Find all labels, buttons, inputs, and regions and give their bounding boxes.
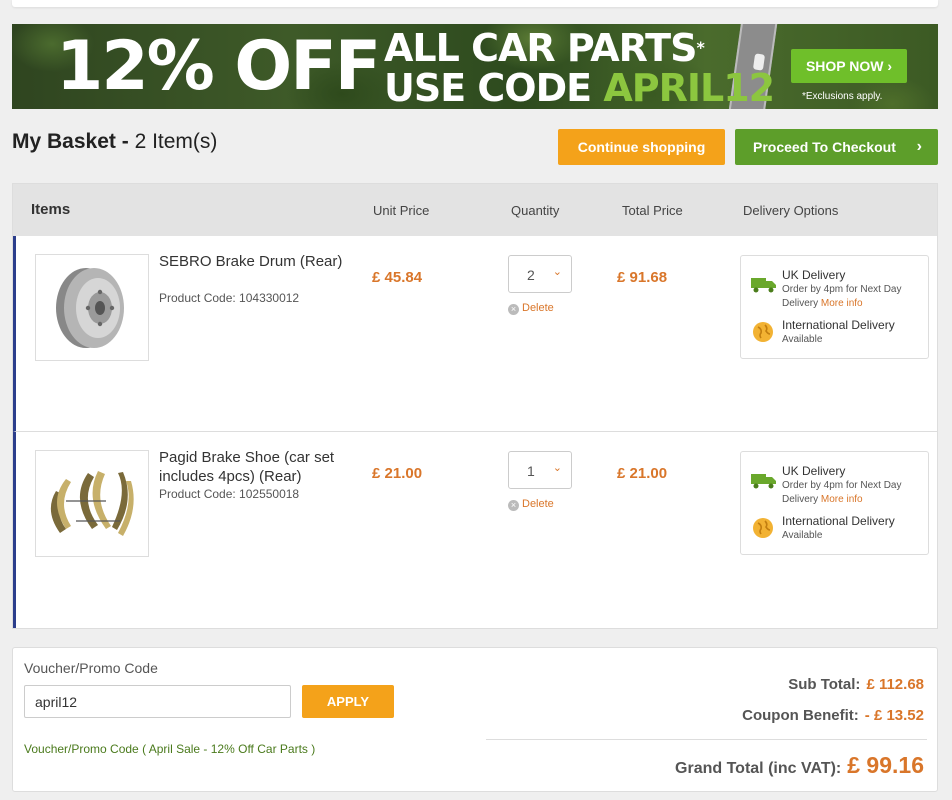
- product-image[interactable]: [35, 254, 149, 361]
- unit-price: £ 21.00: [372, 465, 423, 482]
- table-row: Pagid Brake Shoe (car set includes 4pcs)…: [13, 432, 937, 628]
- quantity-select[interactable]: 2 ⌄: [508, 255, 572, 293]
- grand-total: Grand Total (inc VAT): £ 99.16: [675, 752, 924, 779]
- truck-icon: [751, 278, 776, 293]
- banner-discount: 12% OFF: [56, 27, 381, 106]
- exclusions-note: *Exclusions apply.: [802, 91, 883, 102]
- proceed-to-checkout-button[interactable]: Proceed To Checkout ›: [735, 129, 938, 165]
- brake-drum-icon: [56, 268, 124, 348]
- chevron-right-icon: ›: [916, 138, 922, 155]
- column-header-quantity: Quantity: [511, 203, 560, 218]
- basket-title-label: My Basket -: [12, 130, 129, 153]
- quantity-value: 2: [527, 267, 535, 283]
- chevron-down-icon: ⌄: [552, 266, 562, 278]
- top-strip: [12, 0, 938, 7]
- table-header: Items Unit Price Quantity Total Price De…: [13, 184, 937, 236]
- shop-now-button[interactable]: SHOP NOW ›: [791, 49, 907, 83]
- product-name[interactable]: Pagid Brake Shoe (car set includes 4pcs)…: [159, 448, 359, 486]
- delivery-options-box: UK Delivery Order by 4pm for Next Day De…: [740, 451, 929, 555]
- grand-total-label: Grand Total (inc VAT):: [675, 760, 842, 777]
- banner-code: APRIL12: [603, 66, 775, 109]
- more-info-link[interactable]: More info: [821, 494, 863, 505]
- basket-title: My Basket - 2 Item(s): [12, 130, 217, 154]
- column-header-items: Items: [31, 201, 71, 218]
- column-header-unit-price: Unit Price: [373, 203, 430, 218]
- banner-line1: ALL CAR PARTS*: [384, 26, 705, 70]
- total-price: £ 91.68: [617, 269, 668, 286]
- checkout-label: Proceed To Checkout: [753, 139, 896, 155]
- banner-line2: USE CODE APRIL12: [384, 66, 775, 109]
- banner-line1-text: ALL CAR PARTS: [384, 26, 697, 70]
- total-price: £ 21.00: [617, 465, 668, 482]
- delivery-options-box: UK Delivery Order by 4pm for Next Day De…: [740, 255, 929, 359]
- grand-total-value: £ 99.16: [847, 752, 924, 778]
- voucher-input[interactable]: [24, 685, 291, 718]
- delete-label: Delete: [522, 302, 554, 314]
- promo-banner[interactable]: 12% OFF ALL CAR PARTS* USE CODE APRIL12 …: [12, 24, 938, 109]
- intl-delivery-title: International Delivery: [782, 514, 895, 528]
- uk-delivery-title: UK Delivery: [782, 464, 846, 478]
- coupon-benefit: Coupon Benefit: - £ 13.52: [742, 707, 924, 724]
- shop-now-label: SHOP NOW: [805, 58, 884, 74]
- unit-price: £ 45.84: [372, 269, 423, 286]
- basket-item-count: 2 Item(s): [134, 130, 218, 153]
- voucher-applied-note: Voucher/Promo Code ( April Sale - 12% Of…: [24, 742, 316, 756]
- uk-delivery-note: Order by 4pm for Next Day Delivery More …: [782, 479, 922, 507]
- intl-delivery-title: International Delivery: [782, 318, 895, 332]
- close-icon: ×: [508, 304, 519, 315]
- promo-totals-panel: Voucher/Promo Code APPLY Voucher/Promo C…: [12, 647, 938, 792]
- table-row: SEBRO Brake Drum (Rear) Product Code: 10…: [13, 236, 937, 432]
- quantity-value: 1: [527, 463, 535, 479]
- globe-icon: [753, 322, 773, 342]
- basket-table: Items Unit Price Quantity Total Price De…: [12, 183, 938, 629]
- banner-asterisk: *: [696, 38, 704, 57]
- intl-delivery-sub: Available: [782, 530, 823, 541]
- sub-total: Sub Total: £ 112.68: [788, 676, 924, 693]
- coupon-label: Coupon Benefit:: [742, 707, 859, 724]
- more-info-link[interactable]: More info: [821, 298, 863, 309]
- continue-shopping-button[interactable]: Continue shopping: [558, 129, 725, 165]
- quantity-select[interactable]: 1 ⌄: [508, 451, 572, 489]
- apply-voucher-button[interactable]: APPLY: [302, 685, 394, 718]
- chevron-down-icon: ⌄: [552, 462, 562, 474]
- totals-divider: [486, 739, 927, 740]
- delete-label: Delete: [522, 498, 554, 510]
- product-name[interactable]: SEBRO Brake Drum (Rear): [159, 252, 359, 271]
- brake-shoe-icon: [50, 471, 134, 536]
- close-icon: ×: [508, 500, 519, 511]
- column-header-total-price: Total Price: [622, 203, 683, 218]
- sub-total-label: Sub Total:: [788, 676, 861, 693]
- chevron-right-icon: ›: [887, 58, 893, 74]
- globe-icon: [753, 518, 773, 538]
- intl-delivery-sub: Available: [782, 334, 823, 345]
- delete-link[interactable]: × Delete: [508, 302, 554, 315]
- coupon-value: - £ 13.52: [864, 707, 924, 724]
- uk-delivery-title: UK Delivery: [782, 268, 846, 282]
- column-header-delivery: Delivery Options: [743, 203, 839, 218]
- voucher-label: Voucher/Promo Code: [24, 660, 158, 676]
- sub-total-value: £ 112.68: [866, 676, 924, 693]
- product-image[interactable]: [35, 450, 149, 557]
- banner-line2-prefix: USE CODE: [384, 66, 592, 109]
- delete-link[interactable]: × Delete: [508, 498, 554, 511]
- product-code: Product Code: 104330012: [159, 291, 300, 305]
- product-code: Product Code: 102550018: [159, 487, 300, 501]
- truck-icon: [751, 474, 776, 489]
- uk-delivery-note: Order by 4pm for Next Day Delivery More …: [782, 283, 922, 311]
